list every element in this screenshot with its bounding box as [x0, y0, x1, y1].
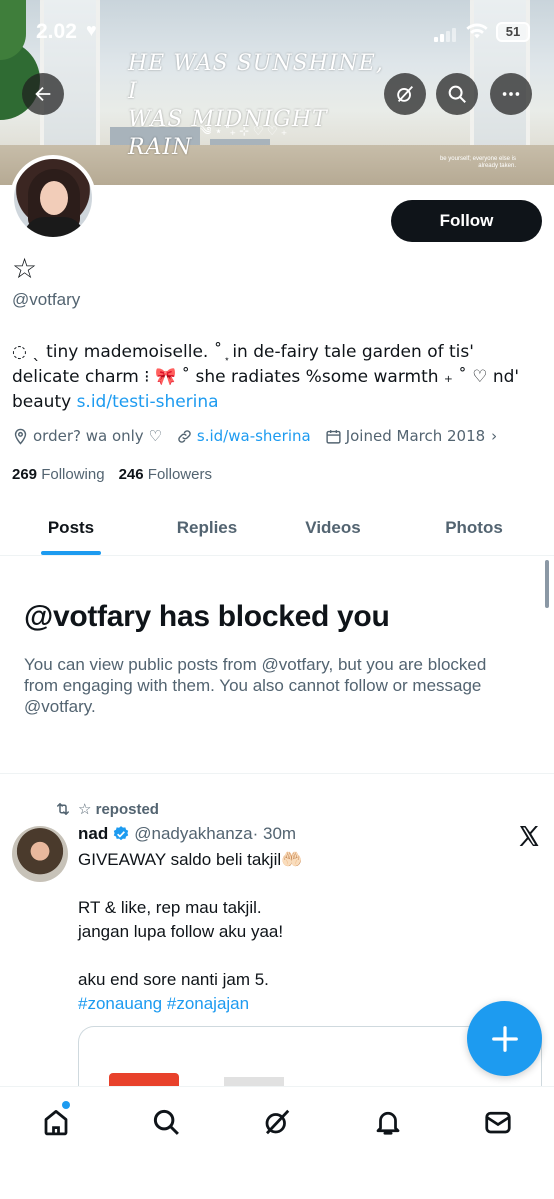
- profile-bio: ◌ ˎ tiny mademoiselle. ˚ ͙ in de-fairy t…: [12, 340, 542, 415]
- plus-icon: [491, 1025, 518, 1052]
- chevron-right-icon: ›: [491, 427, 498, 445]
- calendar-icon: [326, 429, 341, 444]
- compose-button[interactable]: [467, 1001, 542, 1076]
- bottom-navigation: [0, 1086, 554, 1199]
- post-hashtags[interactable]: #zonauang #zonajajan: [78, 992, 538, 1016]
- blocked-title: @votfary has blocked you: [24, 600, 390, 633]
- website-item[interactable]: s.id/wa-sherina: [176, 427, 311, 445]
- nav-notifications[interactable]: [371, 1105, 405, 1139]
- follow-counts: 269 Following 246 Followers: [12, 466, 226, 483]
- signal-icon: [434, 26, 460, 42]
- post-author-handle[interactable]: @nadyakhanza: [134, 824, 252, 844]
- search-icon: [448, 85, 466, 103]
- joined-text: Joined March 2018: [345, 427, 486, 445]
- search-button[interactable]: [436, 73, 478, 115]
- grok-icon: [397, 86, 414, 102]
- follow-button[interactable]: Follow: [391, 200, 542, 242]
- location-pin-icon: [14, 428, 27, 445]
- post-line: RT & like, rep mau takjil.: [78, 898, 262, 917]
- following-count[interactable]: 269 Following: [12, 466, 105, 483]
- profile-handle: @votfary: [12, 290, 81, 309]
- profile-meta: order? wa only ♡ s.id/wa-sherina Joined …: [12, 427, 552, 445]
- post-line: aku end sore nanti jam 5.: [78, 970, 269, 989]
- repost-icon: [57, 803, 69, 815]
- search-icon: [153, 1109, 179, 1135]
- heart-icon: ♥: [86, 20, 97, 40]
- post-line: [78, 872, 538, 896]
- bell-icon: [376, 1111, 400, 1135]
- grok-button[interactable]: [384, 73, 426, 115]
- battery-indicator: 51: [496, 22, 530, 42]
- location-text: order? wa only ♡: [33, 427, 162, 445]
- post-avatar[interactable]: [12, 826, 68, 882]
- profile-avatar[interactable]: [10, 155, 96, 241]
- nav-grok[interactable]: [260, 1105, 294, 1139]
- home-icon: [44, 1110, 68, 1136]
- divider: [0, 773, 554, 774]
- back-button[interactable]: [22, 73, 64, 115]
- post-line: GIVEAWAY saldo beli takjil🤲🏻: [78, 850, 303, 869]
- location-item: order? wa only ♡: [12, 427, 162, 445]
- tab-posts[interactable]: Posts: [0, 500, 142, 555]
- website-link[interactable]: s.id/wa-sherina: [197, 427, 311, 445]
- blocked-message: You can view public posts from @votfary,…: [24, 655, 487, 716]
- post-line: jangan lupa follow aku yaa!: [78, 922, 284, 941]
- back-arrow-icon: [35, 86, 51, 102]
- post-line: [78, 944, 538, 968]
- repost-text: ☆ reposted: [78, 801, 159, 818]
- x-logo-icon: [519, 826, 539, 846]
- post-time: · 30m: [252, 824, 297, 843]
- tab-videos[interactable]: Videos: [272, 500, 394, 555]
- mail-icon: [485, 1111, 511, 1134]
- post-author-name[interactable]: nad: [78, 824, 108, 844]
- status-time: 2.02: [36, 20, 77, 43]
- status-bar: 2.02 ♥ 51: [0, 0, 554, 60]
- profile-tabs: Posts Replies Videos Photos: [0, 500, 554, 556]
- banner-subtext: ༄ ⋆ ˚₊ ⊹ ♡ ♡ ₊: [200, 124, 288, 138]
- scrollbar[interactable]: [545, 560, 549, 608]
- display-name: ☆: [12, 252, 38, 285]
- bio-link[interactable]: s.id/testi-sherina: [77, 392, 219, 412]
- tab-photos[interactable]: Photos: [394, 500, 554, 555]
- grok-icon: [265, 1109, 290, 1135]
- nav-messages[interactable]: [481, 1105, 515, 1139]
- repost-label[interactable]: ☆ reposted: [54, 800, 159, 818]
- more-button[interactable]: [490, 73, 532, 115]
- banner-note: be yourself; everyone else is already ta…: [439, 156, 516, 169]
- link-icon: [178, 429, 191, 443]
- post-body[interactable]: GIVEAWAY saldo beli takjil🤲🏻 RT & like, …: [78, 848, 538, 1016]
- home-notification-dot: [62, 1101, 70, 1109]
- joined-item[interactable]: Joined March 2018 ›: [325, 427, 497, 445]
- post-header: nad @nadyakhanza · 30m: [78, 824, 296, 844]
- nav-home[interactable]: [39, 1105, 73, 1139]
- followers-count[interactable]: 246 Followers: [119, 466, 212, 483]
- nav-search[interactable]: [149, 1105, 183, 1139]
- wifi-icon: [466, 23, 488, 39]
- tab-replies[interactable]: Replies: [142, 500, 272, 555]
- verified-badge-icon: [114, 826, 129, 841]
- more-icon: [502, 92, 520, 96]
